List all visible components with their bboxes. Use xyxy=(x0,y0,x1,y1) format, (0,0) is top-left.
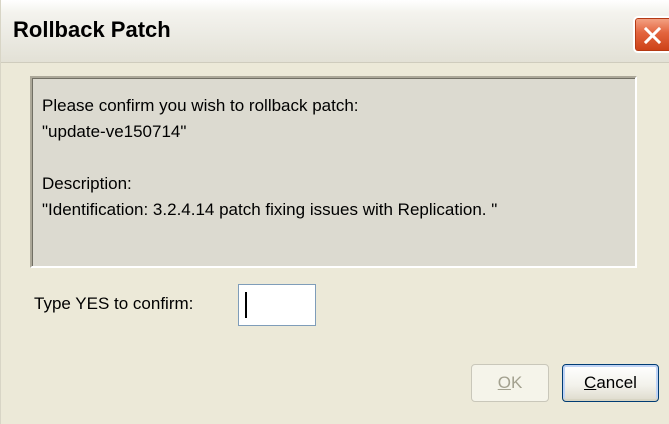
confirm-field-label: Type YES to confirm: xyxy=(34,294,194,313)
cancel-button[interactable]: Cancel xyxy=(562,364,659,402)
description-label: Description: xyxy=(42,174,132,193)
dialog-title: Rollback Patch xyxy=(13,17,171,42)
ok-button[interactable]: OK xyxy=(471,364,549,402)
ok-label-rest: K xyxy=(510,373,523,392)
rollback-patch-dialog: Rollback Patch Please confirm you wish t… xyxy=(0,0,669,424)
cancel-label-rest: ancel xyxy=(596,373,637,392)
close-icon xyxy=(643,26,662,45)
close-button[interactable] xyxy=(633,16,669,53)
patch-name-text: "update-ve150714" xyxy=(42,122,187,141)
confirmation-message-panel: Please confirm you wish to rollback patc… xyxy=(30,76,637,268)
cancel-mnemonic: C xyxy=(584,373,597,392)
confirm-input[interactable] xyxy=(238,284,316,326)
confirm-prompt-text: Please confirm you wish to rollback patc… xyxy=(42,96,359,115)
description-text: "Identification: 3.2.4.14 patch fixing i… xyxy=(42,200,498,219)
ok-mnemonic: O xyxy=(497,373,511,392)
title-bar[interactable]: Rollback Patch xyxy=(1,0,669,63)
